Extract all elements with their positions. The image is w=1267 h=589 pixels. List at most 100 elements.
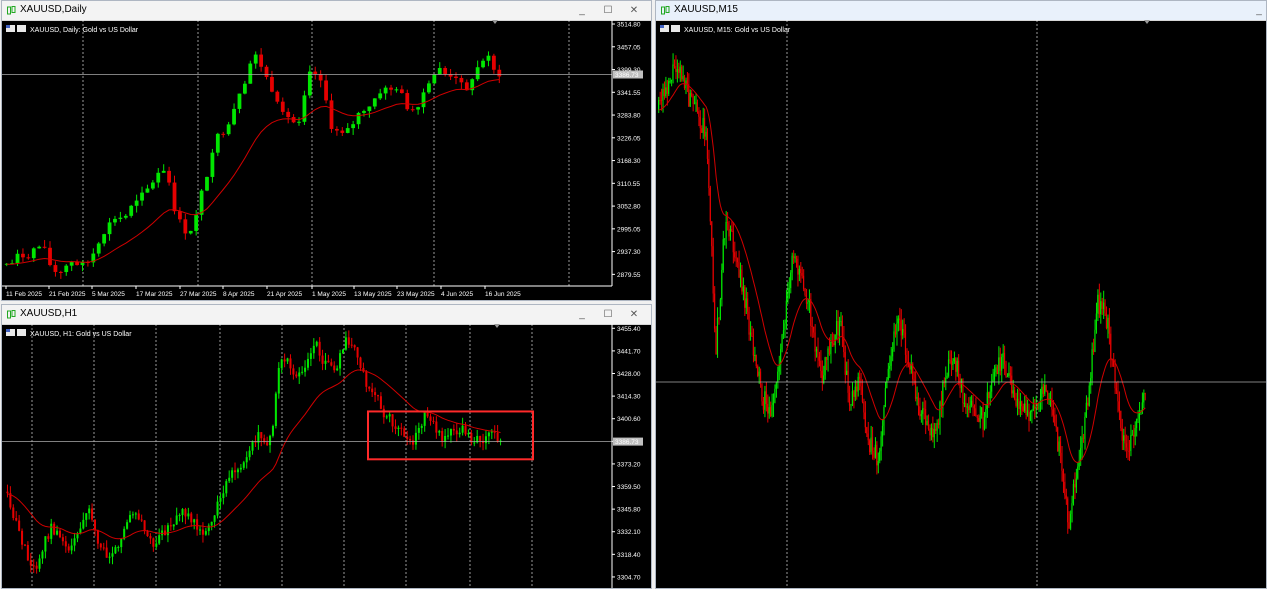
candle-body [979,415,981,422]
candle-body [21,530,24,545]
candle-body [437,68,442,75]
date-tick-label: 23 May 2025 [397,291,435,298]
candle-body [894,331,896,335]
candle-body [378,93,383,99]
candle-body [696,102,698,112]
candle-body [1102,302,1105,309]
candle-body [940,401,942,407]
candlestick-chart-h1[interactable]: XAUUSD, H1: Gold vs US Dollar 3455.40 3441… [2,324,651,588]
maximize-button[interactable]: ☐ [595,3,621,18]
candle-body [31,248,36,259]
chart-window-h1[interactable]: XAUUSD,H1 _ ☐ ✕ XAUUSD, H1: Gold vs US D… [1,304,652,589]
candle-body [53,265,58,272]
candle-body [405,93,410,110]
date-tick-label: 8 Apr 2025 [223,291,255,298]
price-chart[interactable]: XAUUSD, M15: Gold vs US Dollar [656,20,1266,588]
candle-body [1124,435,1126,444]
candle-body [841,320,843,338]
candle-body [146,531,149,537]
candle-body [1115,388,1118,391]
candle-body [965,402,967,408]
candle-body [968,406,970,411]
candle-body [432,420,435,422]
candle-body [946,375,948,379]
candle-body [266,442,269,446]
candle-body [804,288,806,296]
candle-body [746,298,749,312]
candle-body [693,102,696,104]
candle-body [365,371,368,387]
window-titlebar[interactable]: XAUUSD,Daily _ ☐ ✕ [2,1,651,21]
candle-body [939,401,941,425]
candle-body [721,269,723,300]
candle-body [1009,372,1011,376]
candle-body [172,182,177,212]
candle-body [1022,406,1024,412]
candle-body [969,405,971,411]
chart-window-m15[interactable]: XAUUSD,M15 _ XAUUSD, M15: Gold vs US Dol… [655,0,1267,589]
price-chart[interactable]: XAUUSD, H1: Gold vs US Dollar 3455.40 3441… [2,324,651,588]
candle-body [947,359,950,376]
candle-body [744,286,746,308]
price-chart[interactable]: XAUUSD, Daily: Gold vs US Dollar 3514.80 3… [2,20,651,300]
candle-body [21,253,25,258]
candle-body [315,341,318,346]
price-tick-label: 3514.80 [617,22,641,29]
chart-window-icon [7,310,16,319]
minimize-button[interactable]: _ [1246,3,1266,18]
candle-body [128,515,132,523]
candle-body [280,101,285,112]
candle-body [1062,470,1064,482]
minimize-button[interactable]: _ [569,3,595,18]
candle-body [221,133,226,135]
candle-body [718,317,720,319]
candle-body [118,217,123,219]
candle-body [367,106,372,112]
candle-body [1072,484,1074,504]
candle-body [18,520,21,531]
candle-body [957,360,960,378]
candle-body [726,221,729,223]
candle-body [274,393,277,426]
candle-body [774,388,776,403]
candle-body [982,407,984,430]
chart-type-icon [17,329,26,336]
candle-body [64,265,69,273]
minimize-button[interactable]: _ [569,307,595,322]
window-titlebar[interactable]: XAUUSD,H1 _ ☐ ✕ [2,305,651,325]
candlestick-chart-m15[interactable]: XAUUSD, M15: Gold vs US Dollar [656,20,1266,588]
candle-body [989,391,991,399]
chart-window-daily[interactable]: XAUUSD,Daily _ ☐ ✕ XAUUSD, Daily: Gold v… [1,0,652,301]
candle-body [301,371,304,373]
candle-body [767,404,769,414]
candle-body [913,379,915,381]
window-titlebar[interactable]: XAUUSD,M15 _ [656,1,1266,21]
price-tick-label: 3414.30 [617,394,641,401]
close-button[interactable]: ✕ [621,307,647,322]
candle-body [156,172,161,183]
moving-average-line [6,79,500,265]
candle-body [330,362,333,366]
candle-body [481,60,485,68]
candle-body [455,430,458,435]
candle-body [82,519,85,529]
candle-body [372,98,377,107]
candle-body [420,425,423,428]
price-tick-label: 3052.80 [617,204,641,211]
candle-body [810,299,812,326]
candle-body [26,257,31,259]
candle-body [42,246,47,248]
close-button[interactable]: ✕ [621,3,647,18]
candle-body [44,536,47,552]
candlestick-chart-daily[interactable]: XAUUSD, Daily: Gold vs US Dollar 3514.80 3… [2,20,651,300]
candle-body [976,416,978,419]
candle-body [877,460,879,466]
candle-body [874,444,876,458]
candle-body [784,323,786,331]
candle-body [943,382,945,384]
moving-average-line [7,369,501,540]
candle-body [769,407,772,417]
maximize-button[interactable]: ☐ [595,307,621,322]
candle-body [903,329,905,333]
candle-body [286,358,289,362]
